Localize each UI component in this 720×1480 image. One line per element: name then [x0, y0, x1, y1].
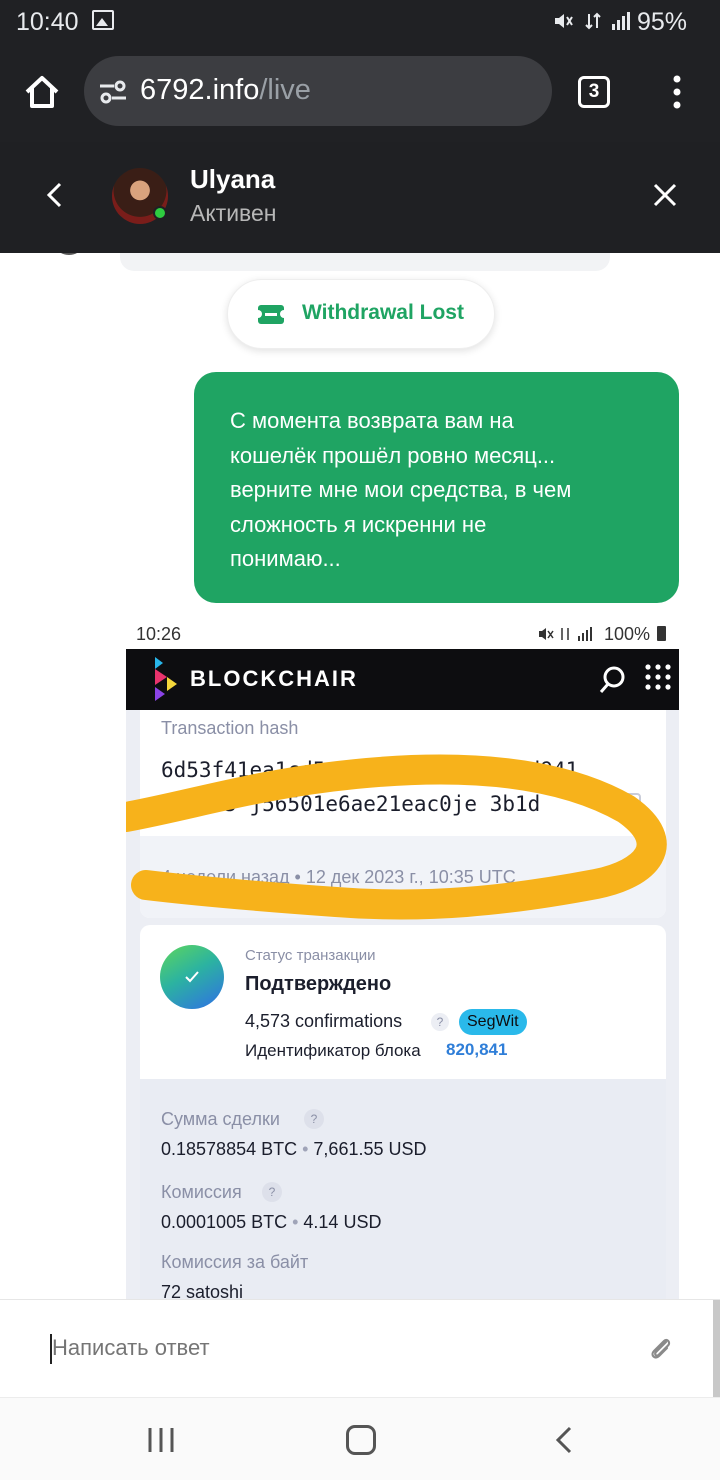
- back-arrow-icon[interactable]: [40, 180, 70, 210]
- chat-header: Ulyana Активен: [0, 142, 720, 253]
- attach-icon[interactable]: [646, 1334, 674, 1362]
- close-icon[interactable]: [650, 180, 680, 210]
- mute-icon: [552, 10, 574, 32]
- status-bar: 10:40 95%: [0, 0, 720, 44]
- home-button-icon[interactable]: [346, 1425, 376, 1455]
- user-message-line: понимаю...: [230, 546, 341, 571]
- previous-avatar: [52, 253, 86, 255]
- withdrawal-chip-label: Withdrawal Lost: [302, 301, 464, 324]
- more-options-icon[interactable]: [662, 74, 692, 110]
- back-button-icon[interactable]: [552, 1425, 576, 1455]
- url-text[interactable]: 6792.info/live: [140, 74, 311, 107]
- withdrawal-lost-chip[interactable]: Withdrawal Lost: [227, 279, 495, 349]
- url-host: 6792.info: [140, 74, 260, 106]
- contact-name: Ulyana: [190, 164, 276, 194]
- user-message-line: кошелёк прошёл ровно месяц...: [230, 442, 556, 468]
- status-time: 10:40: [16, 8, 79, 36]
- attached-screenshot[interactable]: 10:26 100% BLOCKCHAIR Transaction hash 6…: [126, 619, 679, 1299]
- online-indicator: [153, 206, 167, 220]
- tab-switcher-button[interactable]: 3: [578, 76, 610, 108]
- highlighter-scribble: [126, 754, 667, 920]
- data-transfer-icon: [584, 10, 602, 32]
- browser-toolbar: 6792.info/live 3: [0, 44, 720, 142]
- system-nav-bar: [0, 1397, 720, 1480]
- user-message-line: сложность я искренни не: [230, 511, 487, 537]
- address-bar[interactable]: 6792.info/live: [84, 56, 552, 126]
- user-message-bubble[interactable]: С момента возврата вам на кошелёк прошёл…: [194, 372, 679, 603]
- site-settings-icon[interactable]: [98, 79, 128, 105]
- chat-messages[interactable]: Withdrawal Lost С момента возврата вам н…: [0, 253, 720, 1299]
- battery-percent: 95%: [637, 8, 688, 36]
- scrollbar[interactable]: [713, 1300, 720, 1398]
- contact-status: Активен: [190, 200, 277, 226]
- image-notification-icon: [92, 10, 114, 30]
- message-composer: [0, 1299, 720, 1398]
- home-icon[interactable]: [22, 72, 62, 112]
- ticket-icon: [254, 305, 288, 324]
- user-message-line: С момента возврата вам на: [230, 408, 514, 433]
- user-message-text: С момента возврата вам на кошелёк прошёл…: [230, 404, 571, 577]
- reply-input[interactable]: [52, 1328, 612, 1368]
- recent-apps-icon[interactable]: [146, 1426, 176, 1454]
- user-message-line: верните мне мои средства, в чем: [230, 477, 572, 502]
- signal-icon: [610, 10, 632, 32]
- previous-message-bubble: [120, 253, 610, 271]
- url-path: /live: [259, 74, 311, 106]
